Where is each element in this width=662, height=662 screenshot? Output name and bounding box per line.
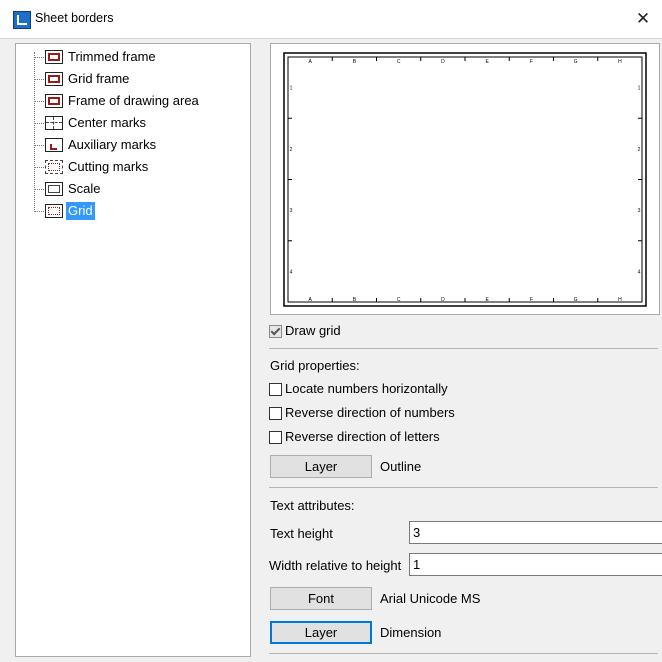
grid-frame-icon (45, 72, 63, 86)
trimmed-frame-icon (45, 50, 63, 64)
grid-row-label: 4 (638, 269, 641, 275)
width-relative-label: Width relative to height (269, 558, 402, 573)
tree-item-label: Scale (68, 181, 101, 196)
grid-column-label: G (574, 297, 578, 303)
drawing-area-frame-icon (45, 94, 63, 108)
grid-column-label: F (530, 297, 533, 303)
scale-icon (45, 182, 63, 196)
checkbox-label: Locate numbers horizontally (285, 381, 448, 396)
grid-row-label: 2 (290, 147, 293, 153)
grid-column-label: D (441, 59, 445, 65)
outer-frame (283, 52, 647, 307)
tree-item-scale[interactable]: Scale (34, 179, 244, 199)
tree-item-label: Frame of drawing area (68, 93, 199, 108)
grid-layer-value: Outline (380, 459, 422, 474)
grid-column-label: E (485, 59, 489, 65)
font-button[interactable]: Font (270, 587, 372, 610)
auxiliary-marks-icon (45, 138, 63, 152)
grid-row-label: 4 (290, 269, 293, 275)
center-marks-icon (45, 116, 63, 130)
grid-column-label: H (618, 59, 622, 65)
app-icon (13, 11, 31, 29)
draw-grid-label: Draw grid (285, 323, 341, 338)
tree-item-label: Center marks (68, 115, 147, 130)
grid-column-label: C (397, 59, 401, 65)
grid-column-label: A (308, 59, 312, 65)
text-height-input[interactable]: 3 (409, 521, 662, 544)
tree-item-auxiliary-marks[interactable]: Auxiliary marks (34, 135, 244, 155)
tree-item-cutting-marks[interactable]: Cutting marks (34, 157, 244, 177)
tree-item-grid-frame[interactable]: Grid frame (34, 69, 244, 89)
width-relative-input[interactable]: 1 (409, 553, 662, 576)
grid-row-label: 3 (638, 208, 641, 214)
window-title: Sheet borders (35, 11, 114, 25)
grid-frame (287, 56, 643, 303)
grid-column-label: B (353, 59, 357, 65)
tree-item-center-marks[interactable]: Center marks (34, 113, 244, 133)
cutting-marks-icon (45, 160, 63, 174)
divider (269, 653, 658, 654)
text-attributes-heading: Text attributes: (270, 498, 355, 513)
grid-column-label: D (441, 297, 445, 303)
grid-row-label: 1 (290, 86, 293, 92)
tree-item-label: Grid frame (68, 71, 130, 86)
checkbox-box[interactable] (269, 431, 282, 444)
tree-item-label: Auxiliary marks (68, 137, 157, 152)
sheet-borders-tree[interactable]: Trimmed frame Grid frame Frame of drawin… (15, 43, 251, 657)
text-layer-value: Dimension (380, 625, 442, 640)
grid-preview: AABBCCDDEEFFGGHH11223344 (270, 43, 660, 315)
tree-item-label: Trimmed frame (68, 49, 156, 64)
checkbox-box[interactable] (269, 407, 282, 420)
divider (269, 348, 658, 349)
tree-item-label: Grid (66, 202, 95, 220)
tree-item-trimmed-frame[interactable]: Trimmed frame (34, 47, 244, 67)
grid-column-label: G (574, 59, 578, 65)
tree-item-label: Cutting marks (68, 159, 149, 174)
grid-layer-button[interactable]: Layer (270, 455, 372, 478)
grid-row-label: 2 (638, 147, 641, 153)
font-value: Arial Unicode MS (380, 591, 481, 606)
text-height-label: Text height (270, 526, 333, 541)
checkbox-label: Reverse direction of letters (285, 429, 440, 444)
close-icon[interactable]: ✕ (630, 6, 656, 32)
grid-icon (45, 204, 63, 218)
grid-row-label: 1 (638, 86, 641, 92)
draw-grid-check-icon[interactable] (269, 325, 282, 338)
grid-preview-drawing: AABBCCDDEEFFGGHH1 12 23 34 4 (283, 52, 647, 307)
tree-item-frame-of-drawing-area[interactable]: Frame of drawing area (34, 91, 244, 111)
checkbox-label: Reverse direction of numbers (285, 405, 455, 420)
tree-item-grid[interactable]: Grid (34, 201, 244, 221)
divider (269, 487, 658, 488)
grid-properties-label: Grid properties: (270, 358, 360, 373)
grid-column-label: F (530, 59, 533, 65)
grid-column-label: C (397, 297, 401, 303)
grid-row-label: 3 (290, 208, 293, 214)
title-bar: Sheet borders ✕ (0, 0, 662, 39)
grid-column-label: H (618, 297, 622, 303)
checkbox-box[interactable] (269, 383, 282, 396)
text-layer-button[interactable]: Layer (270, 621, 372, 644)
